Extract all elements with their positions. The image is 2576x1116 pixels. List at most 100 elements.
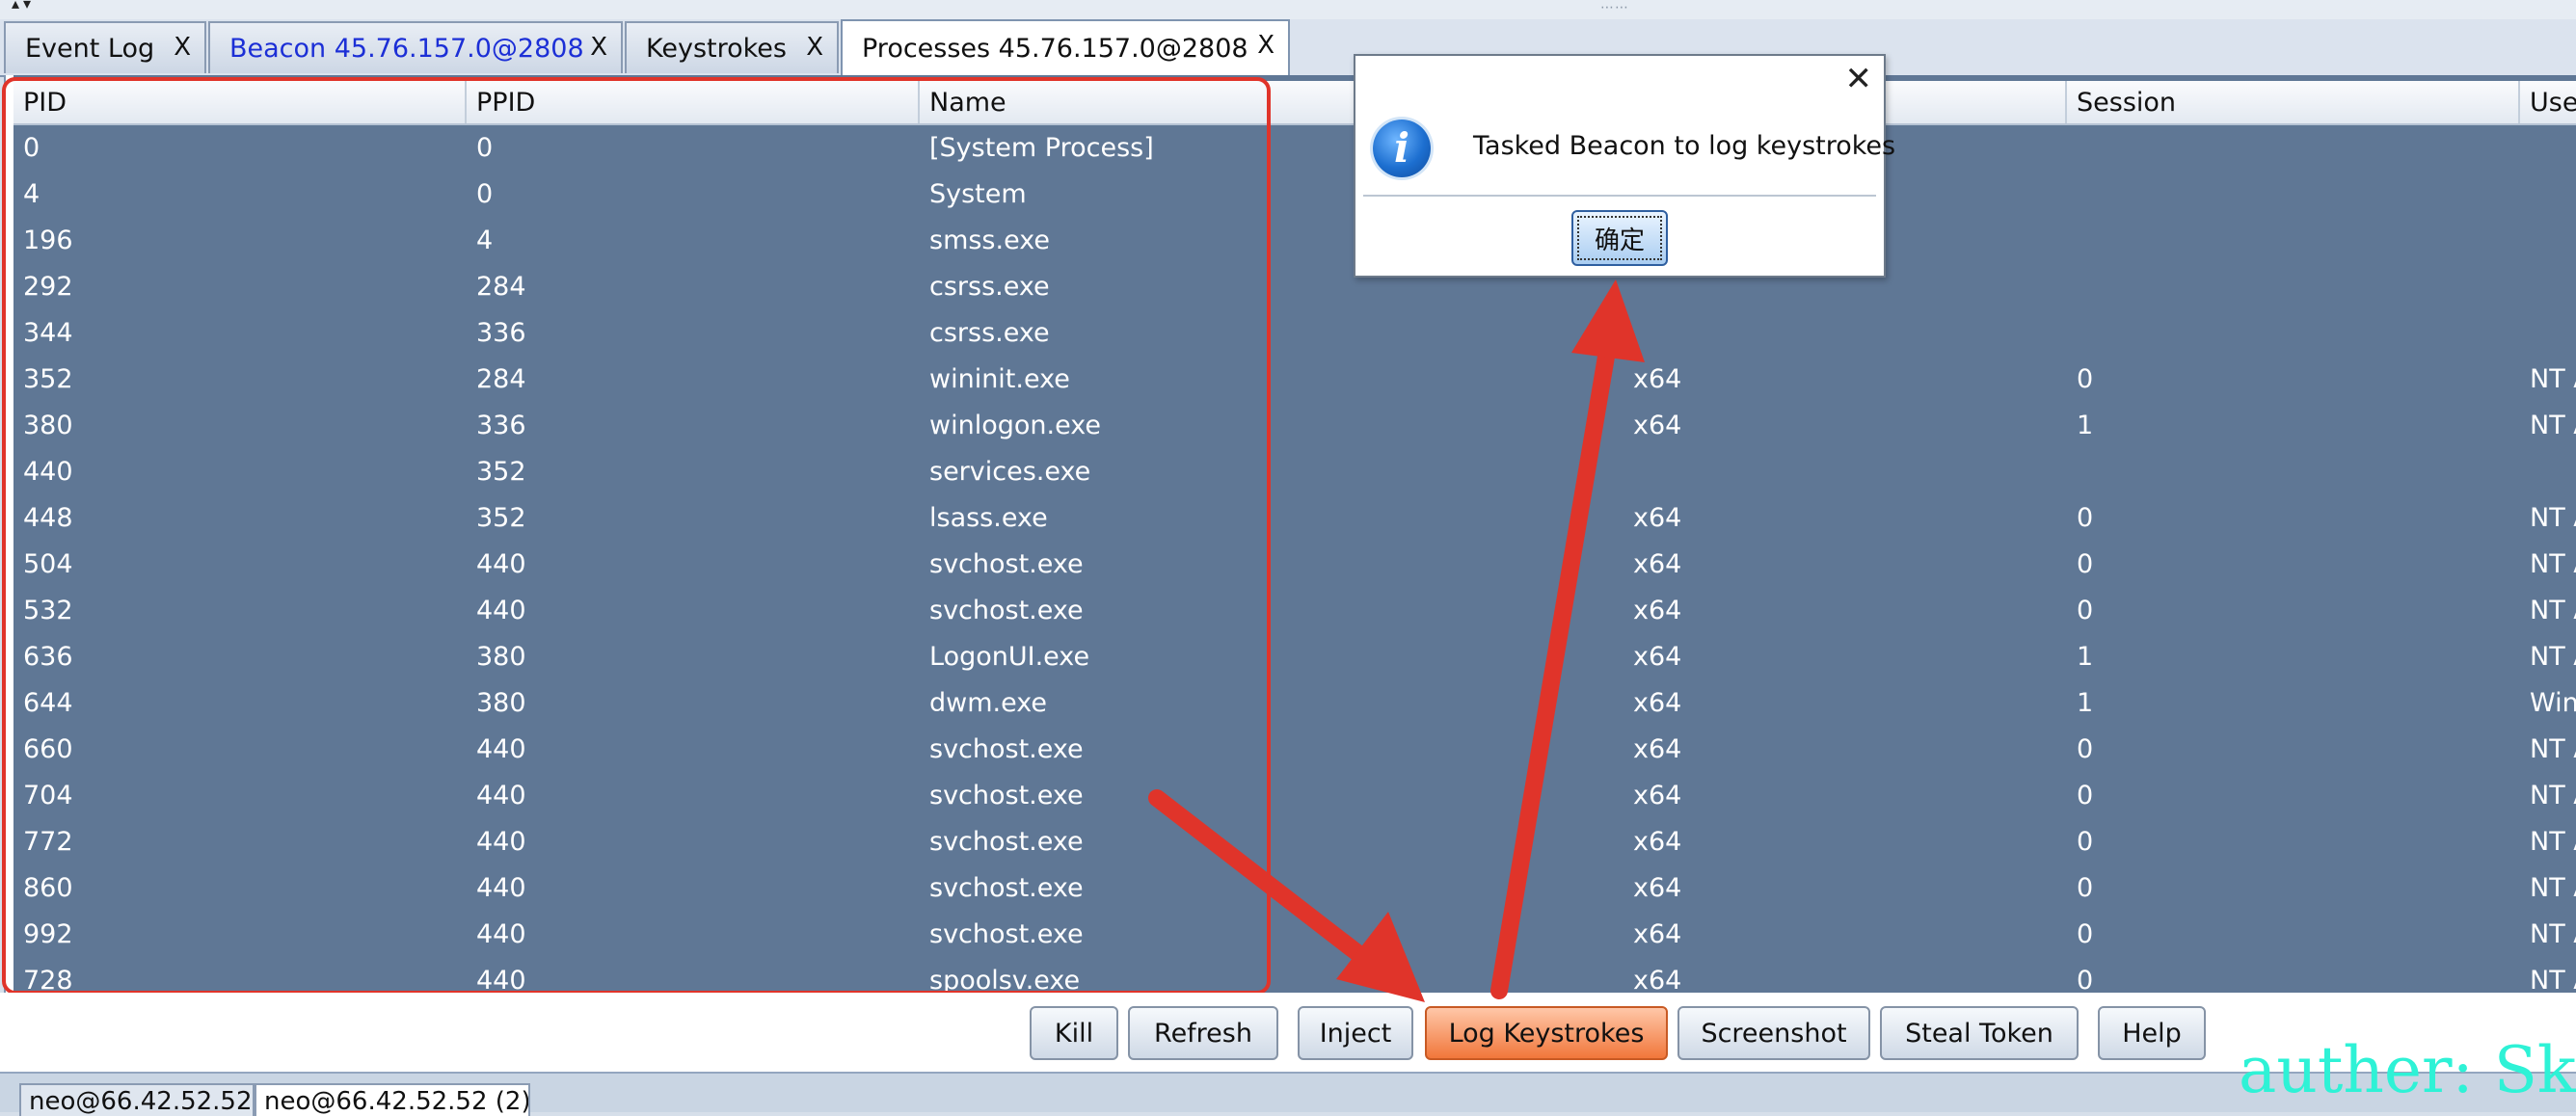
top-split-bar[interactable]: ▴▾ ⋯⋯ xyxy=(0,0,2576,19)
table-row[interactable]: 860 440 svchost.exe x64 0 NT A xyxy=(13,865,2576,912)
cell-arch: x64 xyxy=(1633,411,1682,440)
column-header-user[interactable]: User xyxy=(2520,81,2576,123)
cell-ppid: 352 xyxy=(476,457,526,487)
cell-pid: 0 xyxy=(23,133,40,163)
help-button[interactable]: Help xyxy=(2098,1006,2206,1060)
ok-button[interactable]: 确定 xyxy=(1571,210,1668,266)
tab-label: Processes 45.76.157.0@2808 xyxy=(862,33,1248,64)
cell-user: NT A xyxy=(2530,411,2576,440)
table-row[interactable]: 4 0 System xyxy=(13,172,2576,218)
cell-session: 0 xyxy=(2077,873,2094,903)
tab-close-icon[interactable]: X xyxy=(1257,31,1275,60)
column-header-pid[interactable]: PID xyxy=(13,81,467,123)
divider xyxy=(1363,195,1876,197)
cell-ppid: 336 xyxy=(476,318,526,348)
tab-processes[interactable]: Processes 45.76.157.0@2808 X xyxy=(841,19,1290,75)
close-icon[interactable]: ✕ xyxy=(1845,60,1873,98)
splitter-grip-icon[interactable]: ⋯⋯ xyxy=(1600,0,1629,15)
inject-button[interactable]: Inject xyxy=(1298,1006,1413,1060)
cell-session: 0 xyxy=(2077,827,2094,857)
cell-user: NT A xyxy=(2530,827,2576,857)
console-tab-active[interactable]: neo@66.42.52.52 (2) xyxy=(255,1083,530,1116)
column-header-ppid[interactable]: PPID xyxy=(467,81,920,123)
table-row[interactable]: 196 4 smss.exe xyxy=(13,218,2576,264)
tab-label: Keystrokes xyxy=(646,33,787,64)
table-row[interactable]: 0 0 [System Process] xyxy=(13,125,2576,172)
cell-ppid: 440 xyxy=(476,596,526,625)
tab-beacon[interactable]: Beacon 45.76.157.0@2808 X xyxy=(208,21,623,73)
message-dialog: ✕ i Tasked Beacon to log keystrokes 确定 xyxy=(1354,54,1895,278)
cell-session: 0 xyxy=(2077,919,2094,949)
table-row[interactable]: 636 380 LogonUI.exe x64 1 NT A xyxy=(13,634,2576,680)
cell-pid: 292 xyxy=(23,272,73,302)
table-row[interactable]: 440 352 services.exe xyxy=(13,449,2576,495)
log-keystrokes-button[interactable]: Log Keystrokes xyxy=(1425,1006,1668,1060)
cell-ppid: 440 xyxy=(476,966,526,994)
cell-pid: 860 xyxy=(23,873,73,903)
cell-arch: x64 xyxy=(1633,919,1682,949)
kill-button[interactable]: Kill xyxy=(1030,1006,1118,1060)
cell-arch: x64 xyxy=(1633,781,1682,810)
cell-session: 1 xyxy=(2077,642,2094,672)
tab-close-icon[interactable]: X xyxy=(174,33,191,62)
cell-arch: x64 xyxy=(1633,364,1682,394)
tab-event-log[interactable]: Event Log X xyxy=(4,21,206,73)
table-row[interactable]: 728 440 spoolsv.exe x64 0 NT A xyxy=(13,958,2576,994)
cell-ppid: 440 xyxy=(476,827,526,857)
table-row[interactable]: 292 284 csrss.exe xyxy=(13,264,2576,310)
cell-ppid: 440 xyxy=(476,873,526,903)
table-row[interactable]: 772 440 svchost.exe x64 0 NT A xyxy=(13,819,2576,865)
table-row[interactable]: 532 440 svchost.exe x64 0 NT A xyxy=(13,588,2576,634)
cell-arch: x64 xyxy=(1633,503,1682,533)
processes-panel: PID PPID Name Session User 00[System Pro… xyxy=(4,75,2576,1076)
steal-token-button[interactable]: Steal Token xyxy=(1880,1006,2079,1060)
cell-arch xyxy=(1623,310,2067,357)
table-row[interactable]: 644 380 dwm.exe x64 1 Wind xyxy=(13,680,2576,727)
tab-close-icon[interactable]: X xyxy=(806,33,823,62)
cell-user: NT A xyxy=(2530,919,2576,949)
table-row[interactable]: 344 336 csrss.exe xyxy=(13,310,2576,357)
screenshot-button[interactable]: Screenshot xyxy=(1677,1006,1870,1060)
tab-close-icon[interactable]: X xyxy=(590,33,607,62)
cell-pid: 448 xyxy=(23,503,73,533)
column-header-session[interactable]: Session xyxy=(2067,81,2520,123)
cell-pid: 532 xyxy=(23,596,73,625)
cell-user: NT A xyxy=(2530,596,2576,625)
cell-session xyxy=(2067,172,2520,218)
process-table[interactable]: PID PPID Name Session User 00[System Pro… xyxy=(13,75,2576,994)
table-row[interactable]: 380 336 winlogon.exe x64 1 NT A xyxy=(13,403,2576,449)
collapse-arrows-icon[interactable]: ▴▾ xyxy=(12,0,35,13)
cell-session: 0 xyxy=(2077,966,2094,994)
cell-ppid: 284 xyxy=(476,364,526,394)
cell-name: services.exe xyxy=(929,457,1091,487)
table-header: PID PPID Name Session User xyxy=(13,81,2576,125)
cell-session xyxy=(2067,125,2520,172)
cell-session: 0 xyxy=(2077,734,2094,764)
cell-user xyxy=(2520,449,2576,495)
cell-user: NT A xyxy=(2530,642,2576,672)
cell-name: winlogon.exe xyxy=(929,411,1101,440)
cell-ppid: 440 xyxy=(476,734,526,764)
cell-pid: 772 xyxy=(23,827,73,857)
table-row[interactable]: 448 352 lsass.exe x64 0 NT A xyxy=(13,495,2576,542)
cell-session xyxy=(2067,310,2520,357)
cell-name: lsass.exe xyxy=(929,503,1048,533)
cell-arch: x64 xyxy=(1633,549,1682,579)
cell-ppid: 380 xyxy=(476,688,526,718)
cell-user: NT A xyxy=(2530,549,2576,579)
cell-name: svchost.exe xyxy=(929,549,1084,579)
console-tab[interactable]: neo@66.42.52.52 xyxy=(19,1083,255,1116)
tab-strip: Event Log X Beacon 45.76.157.0@2808 X Ke… xyxy=(0,19,2576,77)
cell-arch: x64 xyxy=(1633,596,1682,625)
cell-ppid: 440 xyxy=(476,549,526,579)
table-row[interactable]: 704 440 svchost.exe x64 0 NT A xyxy=(13,773,2576,819)
table-row[interactable]: 660 440 svchost.exe x64 0 NT A xyxy=(13,727,2576,773)
cell-session: 0 xyxy=(2077,503,2094,533)
refresh-button[interactable]: Refresh xyxy=(1128,1006,1278,1060)
table-row[interactable]: 504 440 svchost.exe x64 0 NT A xyxy=(13,542,2576,588)
table-row[interactable]: 992 440 svchost.exe x64 0 NT A xyxy=(13,912,2576,958)
table-row[interactable]: 352 284 wininit.exe x64 0 NT A xyxy=(13,357,2576,403)
cell-name: svchost.exe xyxy=(929,596,1084,625)
tab-keystrokes[interactable]: Keystrokes X xyxy=(625,21,839,73)
cell-user: Wind xyxy=(2530,688,2576,718)
